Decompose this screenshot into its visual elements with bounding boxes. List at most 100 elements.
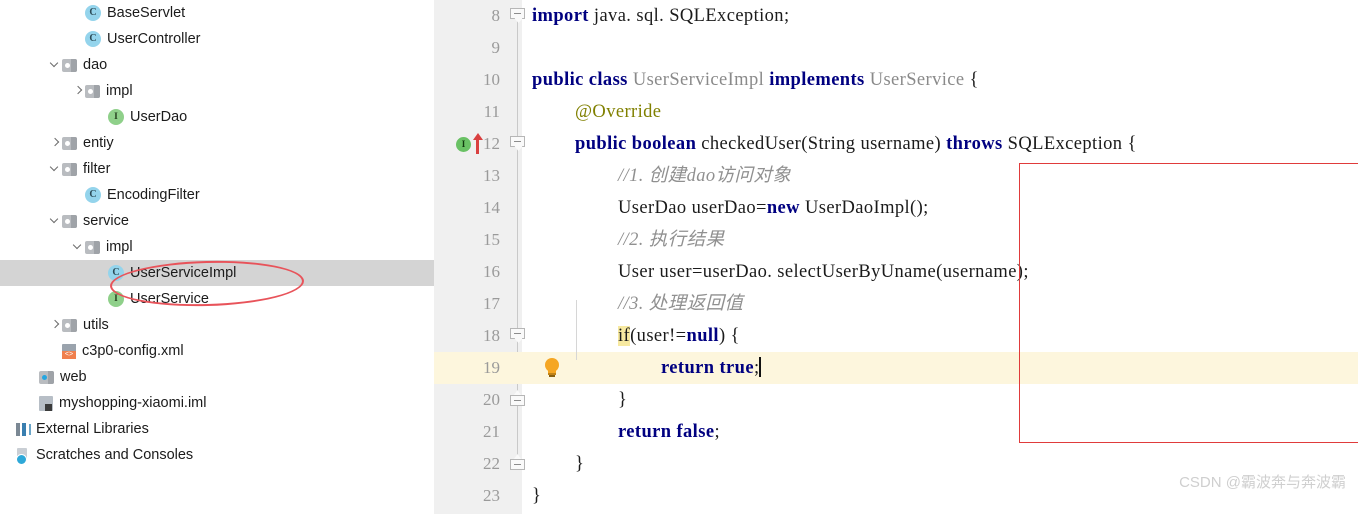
class-icon: C	[85, 31, 101, 47]
folder-icon	[85, 84, 100, 98]
tree-item-myshopping-xiaomi-iml[interactable]: myshopping-xiaomi.iml	[0, 390, 434, 416]
tree-item-label: dao	[83, 57, 108, 73]
editor-line[interactable]: 18 if(user!=null) {	[434, 320, 1358, 352]
tree-item-impl[interactable]: impl	[0, 234, 434, 260]
line-number[interactable]: 14	[434, 192, 500, 224]
code-text[interactable]: if(user!=null) {	[618, 320, 740, 352]
indent-guide	[576, 300, 577, 360]
tree-item-userservice[interactable]: I UserService	[0, 286, 434, 312]
intention-bulb-icon[interactable]	[542, 357, 562, 379]
editor-line[interactable]: 14 UserDao userDao=new UserDaoImpl();	[434, 192, 1358, 224]
line-number[interactable]: 13	[434, 160, 500, 192]
library-icon	[16, 422, 30, 437]
editor-line[interactable]: 21 return false;	[434, 416, 1358, 448]
tree-item-label: entiy	[83, 135, 114, 151]
fold-marker-start[interactable]	[510, 8, 525, 23]
line-number[interactable]: 20	[434, 384, 500, 416]
editor-line[interactable]: 16 User user=userDao. selectUserByUname(u…	[434, 256, 1358, 288]
editor-line[interactable]: 12 Ipublic boolean checkedUser(String use…	[434, 128, 1358, 160]
code-text[interactable]: //2. 执行结果	[618, 224, 724, 256]
editor-line[interactable]: 13 //1. 创建dao访问对象	[434, 160, 1358, 192]
line-number[interactable]: 22	[434, 448, 500, 480]
fold-marker-start[interactable]	[510, 328, 525, 343]
code-text[interactable]: return false;	[618, 416, 720, 448]
folder-icon	[62, 162, 77, 176]
tree-item-label: BaseServlet	[107, 5, 186, 21]
tree-item-baseservlet[interactable]: C BaseServlet	[0, 0, 434, 26]
code-text[interactable]: return true;	[661, 352, 762, 384]
tree-item-encodingfilter[interactable]: C EncodingFilter	[0, 182, 434, 208]
line-number[interactable]: 8	[434, 0, 501, 32]
code-text[interactable]: User user=userDao. selectUserByUname(use…	[618, 256, 1029, 288]
tree-item-external-libraries[interactable]: External Libraries	[0, 416, 434, 442]
tree-item-userserviceimpl[interactable]: C UserServiceImpl	[0, 260, 434, 286]
tree-item-utils[interactable]: utils	[0, 312, 434, 338]
line-number[interactable]: 10	[434, 64, 500, 96]
chevron-down-icon[interactable]	[48, 156, 62, 182]
interface-icon: I	[108, 291, 124, 307]
code-text[interactable]: //1. 创建dao访问对象	[618, 160, 791, 192]
tree-item-label: c3p0-config.xml	[82, 343, 184, 359]
folder-blue-icon	[39, 370, 54, 384]
fold-marker-start[interactable]	[510, 136, 525, 151]
chevron-down-icon[interactable]	[48, 52, 62, 78]
line-number[interactable]: 19	[434, 352, 500, 384]
code-text[interactable]: @Override	[575, 96, 661, 128]
line-number[interactable]: 21	[434, 416, 500, 448]
editor-line[interactable]: 9	[434, 32, 1358, 64]
code-text[interactable]: public boolean checkedUser(String userna…	[575, 128, 1137, 160]
line-number[interactable]: 15	[434, 224, 500, 256]
code-text[interactable]: }	[575, 448, 584, 480]
project-tree-panel[interactable]: C BaseServlet C UserController dao impl I UserD…	[0, 0, 434, 514]
fold-marker-end[interactable]	[510, 390, 525, 410]
tree-item-dao[interactable]: dao	[0, 52, 434, 78]
csdn-watermark: CSDN @霸波奔与奔波霸	[1179, 474, 1346, 491]
tree-item-label: External Libraries	[36, 421, 149, 437]
code-text[interactable]: public class UserServiceImpl implements …	[532, 64, 979, 96]
code-text[interactable]: //3. 处理返回值	[618, 288, 743, 320]
tree-item-label: impl	[106, 83, 133, 99]
idea-window: C BaseServlet C UserController dao impl I UserD…	[0, 0, 1358, 514]
editor-line[interactable]: 15 //2. 执行结果	[434, 224, 1358, 256]
code-text[interactable]: UserDao userDao=new UserDaoImpl();	[618, 192, 929, 224]
line-number[interactable]: 23	[434, 480, 500, 512]
tree-item-usercontroller[interactable]: C UserController	[0, 26, 434, 52]
editor-lines[interactable]: 8 import java. sql. SQLException; 9 10 publi…	[434, 0, 1358, 514]
line-number[interactable]: 9	[434, 32, 501, 64]
tree-item-web[interactable]: web	[0, 364, 434, 390]
editor-line[interactable]: 17 //3. 处理返回值	[434, 288, 1358, 320]
editor-line[interactable]: 20}	[434, 384, 1358, 416]
fold-marker-end[interactable]	[510, 454, 525, 474]
editor-line[interactable]: 11 @Override	[434, 96, 1358, 128]
chevron-down-icon[interactable]	[71, 234, 85, 260]
tree-item-scratches-and-consoles[interactable]: Scratches and Consoles	[0, 442, 434, 468]
editor-line[interactable]: 10 public class UserServiceImpl implement…	[434, 64, 1358, 96]
line-number[interactable]: 16	[434, 256, 500, 288]
chevron-right-icon[interactable]	[48, 312, 62, 338]
code-text[interactable]: import java. sql. SQLException;	[532, 0, 790, 32]
tree-item-filter[interactable]: filter	[0, 156, 434, 182]
line-number[interactable]: 11	[434, 96, 500, 128]
project-tree[interactable]: C BaseServlet C UserController dao impl I UserD…	[0, 0, 434, 468]
tree-item-entiy[interactable]: entiy	[0, 130, 434, 156]
tree-item-service[interactable]: service	[0, 208, 434, 234]
tree-item-userdao[interactable]: I UserDao	[0, 104, 434, 130]
line-number[interactable]: 18	[434, 320, 500, 352]
interface-icon: I	[108, 109, 124, 125]
tree-item-impl[interactable]: impl	[0, 78, 434, 104]
code-text[interactable]: }	[618, 384, 627, 416]
line-number[interactable]: 17	[434, 288, 500, 320]
code-text[interactable]: }	[532, 480, 541, 512]
chevron-right-icon[interactable]	[48, 130, 62, 156]
tree-item-c3p0-config-xml[interactable]: c3p0-config.xml	[0, 338, 434, 364]
implements-gutter-icon[interactable]: I	[456, 133, 490, 155]
editor-line[interactable]: 19 return true;	[434, 352, 1358, 384]
editor-line[interactable]: 8 import java. sql. SQLException;	[434, 0, 1358, 32]
chevron-right-icon[interactable]	[71, 78, 85, 104]
code-editor[interactable]: 8 import java. sql. SQLException; 9 10 publi…	[434, 0, 1358, 514]
chevron-down-icon[interactable]	[48, 208, 62, 234]
